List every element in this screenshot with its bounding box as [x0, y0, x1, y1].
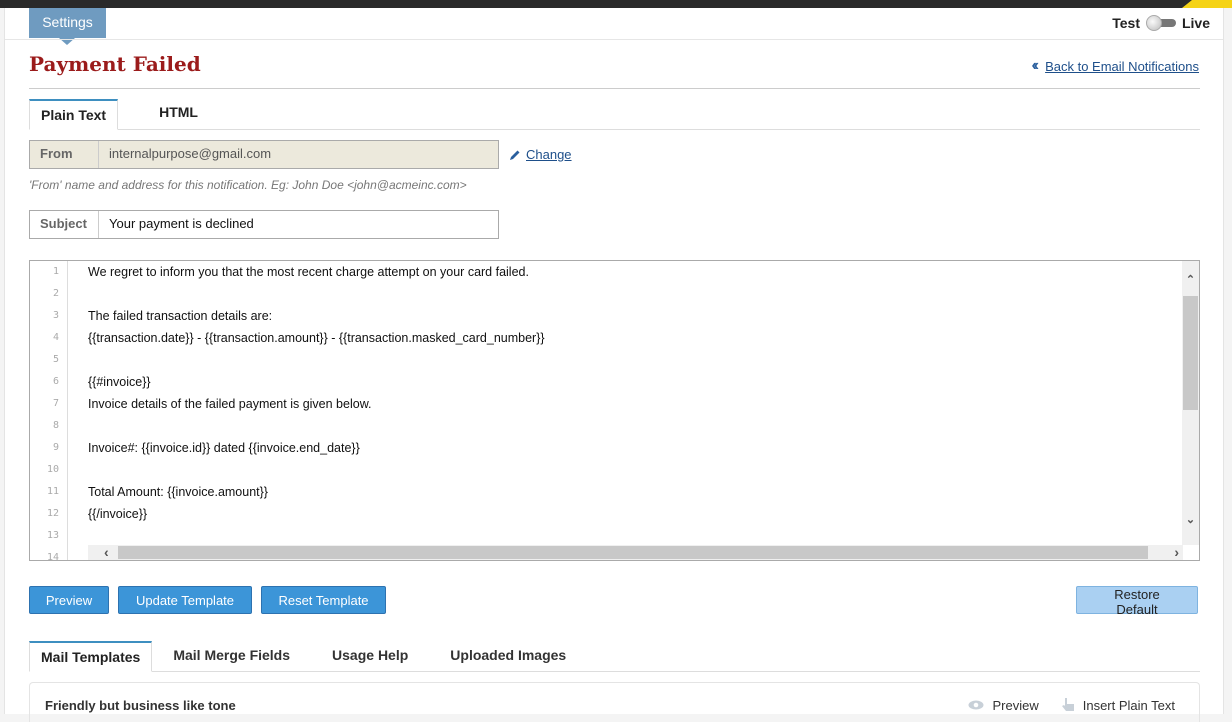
change-from-link[interactable]: Change	[509, 147, 572, 162]
line-number: 3	[52, 310, 59, 321]
header-divider	[5, 39, 1223, 40]
from-value: internalpurpose@gmail.com	[109, 146, 272, 161]
line-number: 9	[52, 442, 59, 453]
line-number: 13	[46, 530, 59, 541]
switch-knob[interactable]	[1145, 15, 1162, 31]
scroll-right-icon[interactable]: ›	[1174, 544, 1179, 560]
editor-line[interactable]: 7 Invoice details of the failed payment i…	[30, 393, 1180, 415]
subject-label: Subject	[30, 211, 99, 238]
top-bar	[0, 0, 1232, 8]
scroll-up-icon[interactable]: ⌃	[1182, 273, 1199, 286]
template-name: Friendly but business like tone	[45, 698, 236, 713]
template-preview-action[interactable]: Preview	[968, 697, 1039, 713]
line-number: 10	[46, 464, 59, 475]
editor-line[interactable]: 4 {{transaction.date}} - {{transaction.am…	[30, 327, 1180, 349]
title-divider	[29, 88, 1200, 89]
editor-line[interactable]: 6 {{#invoice}}	[30, 371, 1180, 393]
line-text[interactable]: Invoice#: {{invoice.id}} dated {{invoice…	[68, 437, 360, 459]
scroll-left-icon[interactable]: ‹	[104, 544, 109, 560]
mode-test-label: Test	[1112, 15, 1140, 31]
line-number: 7	[52, 398, 59, 409]
template-preview-label: Preview	[992, 697, 1039, 713]
editor-line[interactable]: 5	[30, 349, 1180, 371]
line-text[interactable]: The failed transaction details are:	[68, 305, 272, 327]
horizontal-scrollbar[interactable]: ‹ ›	[88, 544, 1183, 560]
double-chevron-left-icon: ‹‹	[1031, 57, 1038, 74]
editor-line[interactable]: 2	[30, 283, 1180, 305]
update-template-button[interactable]: Update Template	[118, 586, 252, 614]
page-title: Payment Failed	[29, 52, 201, 76]
mode-toggle: Test Live	[1112, 15, 1210, 31]
editor-line[interactable]: 10	[30, 459, 1180, 481]
subject-input[interactable]: Your payment is declined	[99, 211, 498, 238]
line-text[interactable]	[68, 547, 88, 560]
editor-line[interactable]: 3 The failed transaction details are:	[30, 305, 1180, 327]
pencil-icon	[510, 150, 520, 160]
line-text[interactable]	[68, 459, 88, 481]
line-text[interactable]: {{transaction.date}} - {{transaction.amo…	[68, 327, 545, 349]
line-number: 1	[52, 266, 59, 277]
line-text[interactable]: {{#invoice}}	[68, 371, 151, 393]
line-number: 2	[52, 288, 59, 299]
line-number: 4	[52, 332, 59, 343]
format-tabs: Plain Text HTML	[29, 99, 1200, 130]
editor-line[interactable]: 1 We regret to inform you that the most r…	[30, 261, 1180, 283]
mode-live-label: Live	[1181, 15, 1210, 31]
eye-icon	[968, 700, 984, 710]
tab-plain-text[interactable]: Plain Text	[29, 99, 119, 130]
back-link[interactable]: ‹‹ Back to Email Notifications	[1031, 57, 1199, 75]
test-live-switch[interactable]	[1145, 15, 1176, 31]
editor-line[interactable]: 9 Invoice#: {{invoice.id}} dated {{invoic…	[30, 437, 1180, 459]
line-number: 12	[46, 508, 59, 519]
insert-plain-text-action[interactable]: Insert Plain Text	[1061, 697, 1175, 713]
top-corner-badge[interactable]	[1182, 0, 1232, 8]
template-card: Friendly but business like tone Preview …	[29, 682, 1200, 722]
tab-usage-help[interactable]: Usage Help	[311, 641, 429, 671]
bottom-tabs: Mail Templates Mail Merge Fields Usage H…	[29, 641, 1200, 672]
vertical-scroll-thumb[interactable]	[1183, 296, 1198, 410]
line-text[interactable]: We regret to inform you that the most re…	[68, 261, 529, 283]
line-text[interactable]	[68, 525, 88, 547]
reset-template-button[interactable]: Reset Template	[261, 586, 386, 614]
line-number: 8	[52, 420, 59, 431]
line-text[interactable]	[68, 283, 88, 305]
editor-line[interactable]: 13	[30, 525, 1180, 547]
editor-line[interactable]: 11 Total Amount: {{invoice.amount}}	[30, 481, 1180, 503]
from-field: From internalpurpose@gmail.com	[29, 140, 499, 169]
editor-line[interactable]: 8	[30, 415, 1180, 437]
line-text[interactable]: {{/invoice}}	[68, 503, 147, 525]
pointing-hand-icon	[1061, 698, 1074, 711]
line-number: 6	[52, 376, 59, 387]
line-number: 11	[46, 486, 59, 497]
tab-mail-templates[interactable]: Mail Templates	[29, 641, 153, 672]
from-hint: 'From' name and address for this notific…	[29, 178, 467, 192]
line-number: 14	[46, 552, 59, 561]
tab-html[interactable]: HTML	[118, 99, 239, 129]
change-link[interactable]: Change	[526, 147, 572, 162]
subject-field[interactable]: Subject Your payment is declined	[29, 210, 499, 239]
back-to-email-notifications-link[interactable]: Back to Email Notifications	[1045, 59, 1199, 74]
template-editor[interactable]: 1 We regret to inform you that the most r…	[29, 260, 1200, 561]
preview-button[interactable]: Preview	[29, 586, 109, 614]
line-text[interactable]: Invoice details of the failed payment is…	[68, 393, 372, 415]
horizontal-scroll-thumb[interactable]	[118, 546, 1148, 559]
tab-mail-merge-fields[interactable]: Mail Merge Fields	[152, 641, 311, 671]
tab-uploaded-images[interactable]: Uploaded Images	[429, 641, 587, 671]
line-text[interactable]: Total Amount: {{invoice.amount}}	[68, 481, 268, 503]
line-text[interactable]	[68, 415, 88, 437]
template-actions: Preview Insert Plain Text	[968, 697, 1175, 713]
line-number: 5	[52, 354, 59, 365]
restore-default-button[interactable]: Restore Default	[1076, 586, 1198, 617]
line-text[interactable]	[68, 349, 88, 371]
from-label: From	[30, 141, 99, 168]
insert-plain-text-label: Insert Plain Text	[1082, 697, 1175, 713]
vertical-scrollbar[interactable]: ⌃ ⌄	[1182, 261, 1199, 545]
editor-line[interactable]: 12 {{/invoice}}	[30, 503, 1180, 525]
settings-tab[interactable]: Settings	[29, 8, 106, 45]
page: Settings Test Live Payment Failed ‹‹ Bac…	[4, 8, 1224, 722]
scroll-down-icon[interactable]: ⌄	[1182, 513, 1199, 526]
